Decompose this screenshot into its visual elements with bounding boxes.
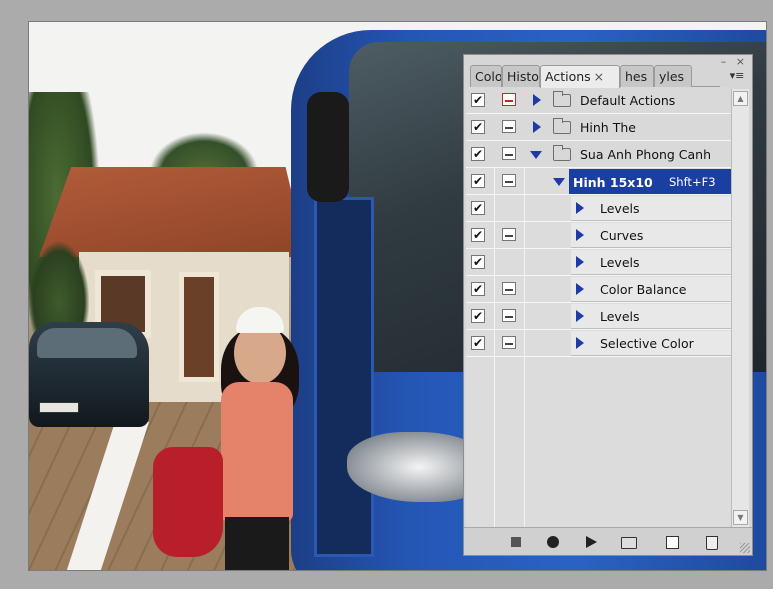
new-set-folder-icon[interactable] (621, 537, 637, 549)
expand-right-icon[interactable] (576, 202, 584, 214)
scroll-down-icon[interactable]: ▼ (733, 510, 748, 525)
actions-bottom-toolbar (464, 527, 752, 555)
action-shortcut: Shft+F3 (669, 175, 716, 189)
toggle-item-checkbox[interactable]: ✔ (471, 228, 485, 242)
expand-right-icon[interactable] (533, 94, 541, 106)
scroll-up-icon[interactable]: ▲ (733, 91, 748, 106)
expand-right-icon[interactable] (576, 310, 584, 322)
step-row-background (571, 304, 731, 329)
expand-right-icon[interactable] (576, 256, 584, 268)
action-set-label: Sua Anh Phong Canh (580, 147, 712, 162)
tab-label: Histo (507, 69, 539, 84)
toggle-item-checkbox[interactable]: ✔ (471, 255, 485, 269)
toggle-dialog-icon[interactable] (502, 228, 516, 241)
expand-right-icon[interactable] (576, 337, 584, 349)
toggle-dialog-icon[interactable] (502, 336, 516, 349)
step-label: Levels (600, 255, 640, 270)
panel-menu-icon[interactable]: ▾≡ (728, 69, 746, 85)
toggle-dialog-icon[interactable] (502, 309, 516, 322)
toggle-dialog-icon[interactable] (502, 120, 516, 133)
toggle-dialog-icon[interactable] (502, 174, 516, 187)
tab-label: Actions (545, 69, 591, 84)
tab-styles[interactable]: yles (654, 65, 692, 87)
actions-scrollbar[interactable]: ▲ ▼ (731, 89, 749, 529)
expand-right-icon[interactable] (533, 121, 541, 133)
play-icon[interactable] (586, 536, 597, 548)
photo-house-door (179, 272, 219, 382)
photo-car-plate (39, 402, 79, 413)
toggle-item-checkbox[interactable]: ✔ (471, 336, 485, 350)
photo-person-pants (225, 517, 289, 570)
actions-list: ✔ Default Actions ✔ Hinh The ✔ Sua Anh P… (466, 87, 732, 527)
step-label: Selective Color (600, 336, 694, 351)
action-set-label: Default Actions (580, 93, 676, 108)
new-action-icon[interactable] (666, 536, 679, 549)
tab-label: Colo (475, 69, 502, 84)
tab-actions[interactable]: Actions × (540, 65, 620, 88)
action-set-row[interactable]: ✔ Hinh The (466, 114, 732, 141)
toggle-item-checkbox[interactable]: ✔ (471, 174, 485, 188)
step-label: Levels (600, 309, 640, 324)
stop-recording-icon[interactable] (511, 537, 521, 547)
close-icon[interactable]: × (594, 69, 604, 84)
photo-bus-mirror (307, 92, 349, 202)
photo-person-bag (153, 447, 223, 557)
step-row-background (571, 196, 731, 221)
tab-label: yles (659, 69, 685, 84)
expand-right-icon[interactable] (576, 229, 584, 241)
toggle-item-checkbox[interactable]: ✔ (471, 120, 485, 134)
toggle-dialog-icon[interactable] (502, 147, 516, 160)
step-label: Levels (600, 201, 640, 216)
record-icon[interactable] (547, 536, 559, 548)
tab-histogram[interactable]: Histo (502, 65, 540, 87)
selected-action-highlight: Hinh 15x10 Shft+F3 (569, 169, 731, 194)
action-set-row[interactable]: ✔ Default Actions (466, 87, 732, 114)
step-label: Color Balance (600, 282, 687, 297)
trash-icon[interactable] (706, 536, 718, 550)
expand-right-icon[interactable] (576, 283, 584, 295)
action-row-selected[interactable]: ✔ Hinh 15x10 Shft+F3 (466, 168, 732, 195)
action-step-row[interactable]: ✔ Color Balance (466, 276, 732, 303)
actions-panel: – × Colo Histo Actions × hes yles ▾≡ ✔ De… (463, 54, 753, 556)
resize-grip-icon[interactable] (740, 543, 750, 553)
action-set-row[interactable]: ✔ Sua Anh Phong Canh (466, 141, 732, 168)
action-set-label: Hinh The (580, 120, 636, 135)
photo-person-shirt (221, 382, 293, 522)
tab-swatches[interactable]: hes (620, 65, 654, 87)
photo-bus-door (314, 197, 374, 557)
step-label: Curves (600, 228, 644, 243)
toggle-item-checkbox[interactable]: ✔ (471, 201, 485, 215)
toggle-item-checkbox[interactable]: ✔ (471, 93, 485, 107)
photo-car-window (37, 328, 137, 358)
toggle-item-checkbox[interactable]: ✔ (471, 309, 485, 323)
toggle-dialog-icon[interactable] (502, 93, 516, 106)
expand-down-icon[interactable] (530, 151, 542, 159)
action-step-row[interactable]: ✔ Selective Color (466, 330, 732, 357)
action-step-row[interactable]: ✔ Curves (466, 222, 732, 249)
step-row-background (571, 250, 731, 275)
toggle-item-checkbox[interactable]: ✔ (471, 147, 485, 161)
tab-label: hes (625, 69, 648, 84)
action-step-row[interactable]: ✔ Levels (466, 249, 732, 276)
action-step-row[interactable]: ✔ Levels (466, 303, 732, 330)
toggle-item-checkbox[interactable]: ✔ (471, 282, 485, 296)
step-row-background (571, 223, 731, 248)
action-step-row[interactable]: ✔ Levels (466, 195, 732, 222)
folder-icon (553, 91, 571, 107)
folder-icon (553, 118, 571, 134)
folder-icon (553, 145, 571, 161)
toggle-dialog-icon[interactable] (502, 282, 516, 295)
expand-down-icon[interactable] (553, 178, 565, 186)
panel-window-controls[interactable]: – × (721, 55, 748, 68)
action-label: Hinh 15x10 (573, 175, 653, 190)
panel-tab-bar: Colo Histo Actions × hes yles (470, 65, 720, 88)
tab-color[interactable]: Colo (470, 65, 502, 87)
